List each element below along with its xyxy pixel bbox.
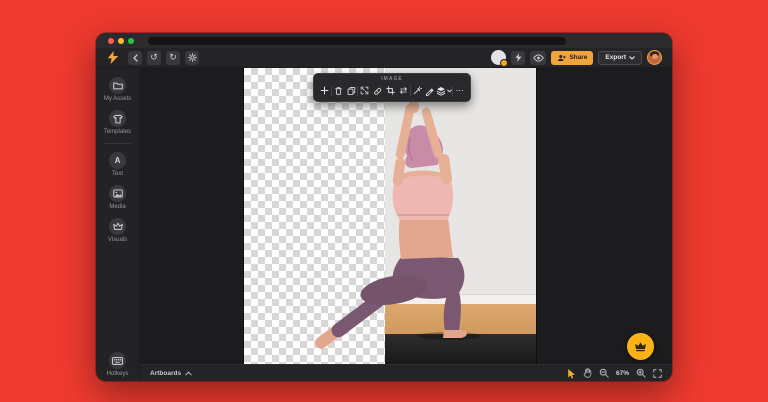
upgrade-button[interactable]: [511, 51, 525, 65]
settings-button[interactable]: [185, 51, 199, 65]
flip-button[interactable]: [397, 84, 410, 97]
preview-button[interactable]: [530, 51, 546, 65]
hotkeys-label: Hotkeys: [107, 371, 129, 377]
remove-background-button[interactable]: [371, 84, 384, 97]
add-icon: [320, 86, 329, 95]
duplicate-button[interactable]: [345, 84, 358, 97]
media-icon: [113, 189, 123, 198]
crop-button[interactable]: [384, 84, 397, 97]
photo-yoga-mat: [385, 334, 536, 364]
zoom-out-button[interactable]: [599, 368, 609, 378]
pen-icon: [425, 86, 434, 96]
lightning-icon: [515, 53, 522, 62]
sidebar-item-visuals[interactable]: Visuals: [96, 215, 139, 246]
assistant-crown-button[interactable]: [627, 333, 654, 360]
sidebar-label: Text: [112, 171, 123, 177]
sidebar-item-my-assets[interactable]: My Assets: [96, 74, 139, 105]
sidebar-label: Templates: [104, 129, 131, 135]
eye-icon: [533, 54, 544, 62]
hotkeys-button[interactable]: Hotkeys: [107, 352, 129, 381]
more-icon: ⋯: [456, 86, 464, 95]
resize-icon: [360, 86, 369, 95]
flip-icon: [399, 86, 408, 95]
gear-icon: [188, 53, 197, 62]
sidebar-divider: [105, 143, 131, 144]
fit-screen-icon: [653, 369, 662, 378]
share-label: Share: [569, 54, 587, 61]
bottom-bar: Artboards 67%: [140, 364, 672, 381]
maximize-window-button[interactable]: [128, 38, 134, 44]
magic-wand-button[interactable]: [411, 84, 424, 97]
eraser-icon: [373, 86, 382, 95]
photo-background: [385, 68, 536, 364]
design-canvas[interactable]: IMAGE: [140, 68, 672, 364]
back-button[interactable]: [128, 51, 142, 65]
sidebar-label: Visuals: [108, 237, 127, 243]
zoom-in-icon: [636, 368, 646, 378]
toolbar-right-group: Share Export: [491, 50, 662, 65]
hand-tool-button[interactable]: [583, 368, 592, 378]
zoom-level-indicator[interactable]: 67%: [616, 370, 629, 377]
folder-icon: [113, 82, 123, 90]
crown-icon: [634, 341, 647, 352]
zoom-in-button[interactable]: [636, 368, 646, 378]
app-toolbar: ↺ ↻ Share Export: [96, 48, 672, 68]
select-tool-button[interactable]: [567, 368, 576, 379]
erase-pen-button[interactable]: [423, 84, 436, 97]
resize-button[interactable]: [358, 84, 371, 97]
redo-icon: ↻: [169, 53, 177, 62]
photo-baseboard: [385, 294, 536, 304]
sidebar-label: Media: [109, 204, 125, 210]
sidebar-label: My Assets: [104, 96, 131, 102]
keyboard-icon: [112, 357, 123, 365]
app-window: ↺ ↻ Share Export: [96, 33, 672, 381]
minimize-window-button[interactable]: [118, 38, 124, 44]
canvas-tools: 67%: [567, 368, 662, 379]
app-logo-icon[interactable]: [106, 51, 120, 65]
address-bar[interactable]: [148, 37, 566, 45]
more-options-button[interactable]: ⋯: [453, 84, 466, 97]
chevron-up-icon: [185, 371, 192, 376]
context-toolbar-title: IMAGE: [318, 76, 466, 82]
crop-icon: [386, 86, 395, 95]
share-button[interactable]: Share: [551, 51, 593, 65]
artboards-label: Artboards: [150, 370, 181, 377]
export-button[interactable]: Export: [598, 51, 642, 65]
duplicate-icon: [347, 86, 356, 96]
layers-icon: [436, 86, 446, 96]
artboards-toggle[interactable]: Artboards: [150, 370, 192, 377]
image-context-toolbar: IMAGE: [313, 73, 471, 102]
window-controls: [108, 38, 134, 44]
add-button[interactable]: [318, 84, 331, 97]
undo-icon: ↺: [150, 53, 158, 62]
sidebar-item-text[interactable]: A Text: [96, 149, 139, 180]
sidebar-item-templates[interactable]: Templates: [96, 107, 139, 138]
chevron-down-icon: [629, 56, 635, 60]
user-avatar[interactable]: [647, 50, 662, 65]
delete-button[interactable]: [332, 84, 345, 97]
close-window-button[interactable]: [108, 38, 114, 44]
shirt-icon: [113, 114, 123, 124]
notification-badge: [500, 59, 508, 67]
photo-wood-floor: [385, 304, 536, 334]
text-icon: A: [109, 152, 126, 169]
redo-button[interactable]: ↻: [166, 51, 180, 65]
person-plus-icon: [557, 54, 566, 62]
zoom-out-icon: [599, 368, 609, 378]
hand-icon: [583, 368, 592, 378]
layers-button[interactable]: [436, 86, 452, 96]
sidebar-item-media[interactable]: Media: [96, 182, 139, 213]
undo-button[interactable]: ↺: [147, 51, 161, 65]
fit-screen-button[interactable]: [653, 369, 662, 378]
magic-wand-icon: [413, 86, 422, 95]
left-sidebar: My Assets Templates A Text Media Visuals: [96, 68, 140, 381]
artboard-image[interactable]: [244, 68, 536, 364]
export-label: Export: [605, 54, 626, 61]
trash-icon: [334, 86, 343, 96]
visuals-icon: [113, 222, 123, 231]
browser-titlebar: [96, 33, 672, 48]
comments-avatar[interactable]: [491, 50, 506, 65]
cursor-icon: [567, 368, 576, 379]
